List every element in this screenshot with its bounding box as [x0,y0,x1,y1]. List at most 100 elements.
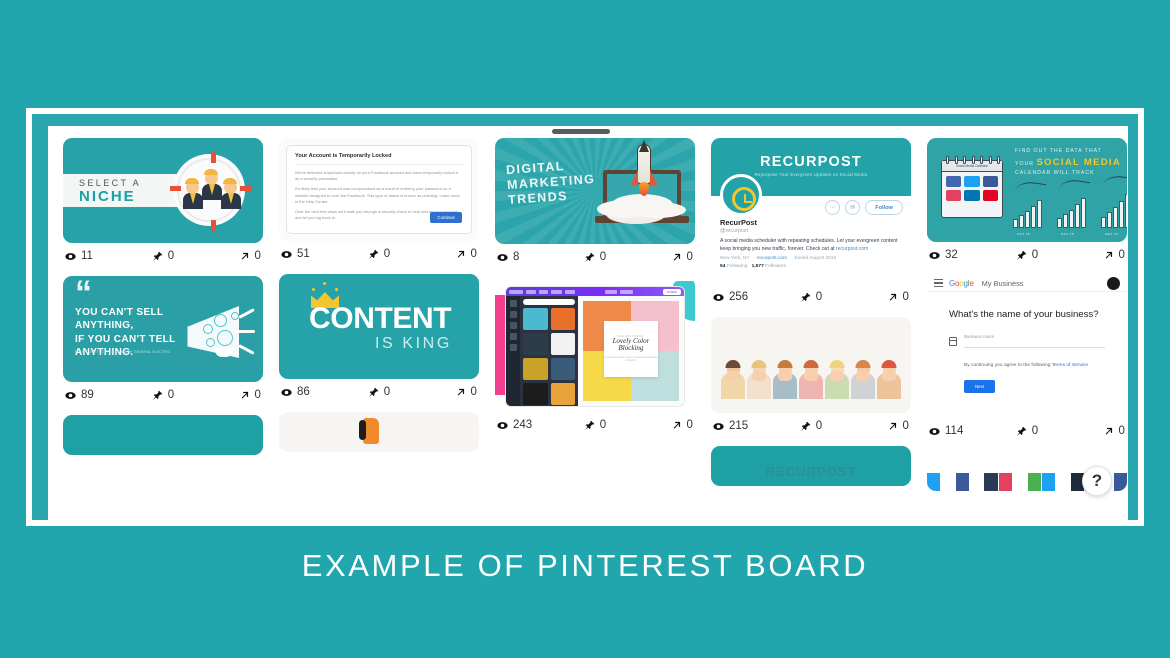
person-illustration [747,360,771,399]
pin-image-social-media-calendar[interactable]: FIND OUT THE DATA THAT YOUR SOCIAL MEDIA… [927,138,1127,242]
profile-handle: @recurpost [720,228,748,234]
publish-button[interactable]: Publish [663,288,681,295]
pin-image-clipped[interactable] [279,412,479,452]
editor-toolbar[interactable]: Publish [506,287,684,296]
pin-image-quote[interactable]: “ YOU CAN'T SELL ANYTHING, IF YOU CAN'T … [63,276,263,382]
clicks-value: 0 [1118,425,1125,437]
chart-label-3: DEC 18 [1105,232,1118,236]
impressions-stat: 51 [281,248,346,260]
template-panel[interactable] [520,296,578,406]
saves-value: 0 [815,291,823,303]
king-line-1: CONTENT [309,302,452,335]
person-illustration [721,360,745,399]
eye-icon [497,252,508,263]
pin-image-twitter-profile[interactable]: RECURPOST Repurpose Your Evergreen Updat… [711,138,911,284]
quote-mark-icon: “ [75,276,92,312]
saves-value: 0 [383,248,391,260]
pin-clipped-teal[interactable] [63,415,263,455]
envelope-icon[interactable]: ✉ [845,200,861,215]
saves-value: 0 [1031,425,1039,437]
business-name-field[interactable]: Business name [948,334,1105,348]
gmb-form: What's the name of your business? Busine… [927,292,1127,394]
profile-website[interactable]: recurpost.com [757,256,787,261]
impressions-value: 8 [513,251,520,263]
pin-content-is-king[interactable]: CONTENT IS KING 86 0 0 [279,274,479,401]
arrow-out-icon [887,421,898,432]
bar-chart-group [1057,198,1086,228]
help-button[interactable]: ? [1082,466,1112,496]
clicks-stat: 0 [196,389,261,401]
pin-digital-marketing-trends[interactable]: DIGITAL MARKETING TRENDS 8 0 0 [495,138,695,266]
pin-shouting-people[interactable]: 215 0 0 [711,317,911,435]
impressions-stat: 114 [929,425,994,437]
pin-google-my-business[interactable]: Google My Business What's the name of yo… [927,275,1127,440]
arrow-out-icon [455,249,466,260]
clicks-value: 0 [470,248,477,260]
search-input[interactable] [523,299,575,305]
megaphone-icon [181,306,255,364]
pin-canva-design[interactable]: Publish THE EDITORIAL Lovely Color Block… [495,277,695,434]
followers-count: 1,577 [751,264,764,270]
bar-chart-group [1013,200,1042,228]
impressions-stat: 86 [281,386,346,398]
saves-stat: 0 [130,389,195,401]
pin-image-shouting-people[interactable] [711,317,911,413]
pin-column: SELECT A NICHE 11 0 0 “ YOU CAN'T SELL A… [63,138,263,466]
pin-account-locked[interactable]: Your Account is Temporarily Locked We've… [279,138,479,263]
business-name-input[interactable] [964,339,1105,348]
pin-image-google-my-business[interactable]: Google My Business What's the name of yo… [927,275,1127,418]
calendar-rings [946,156,1000,164]
calendar-line-2-bold: SOCIAL MEDIA [1036,157,1122,168]
editor-rail[interactable] [506,296,520,406]
pin-quote-sell-tell[interactable]: “ YOU CAN'T SELL ANYTHING, IF YOU CAN'T … [63,276,263,404]
impressions-stat: 32 [929,249,994,261]
profile-meta: New York, NY recurpost.com Joined August… [720,256,902,261]
pin-clipped-orange[interactable] [279,412,479,452]
pin-column: FIND OUT THE DATA THAT YOUR SOCIAL MEDIA… [927,138,1127,502]
pin-recurpost-twitter-profile[interactable]: RECURPOST Repurpose Your Evergreen Updat… [711,138,911,306]
hamburger-icon[interactable] [934,277,943,289]
next-button[interactable]: Next [964,380,996,394]
design-canvas[interactable]: THE EDITORIAL Lovely Color Blocking Lore… [578,296,684,406]
pin-image-clipped-recurpost[interactable]: RECURPOST [711,446,911,486]
pin-image-digital-marketing-trends[interactable]: DIGITAL MARKETING TRENDS [495,138,695,244]
clicks-value: 0 [254,250,261,262]
notice-paragraph-2: It's likely that your account was compro… [295,186,460,204]
person-icon [221,178,241,209]
pin-clipped-recurpost[interactable]: RECURPOST [711,446,911,486]
pin-icon [152,390,163,401]
saves-stat: 0 [778,420,843,432]
pin-image-select-a-niche[interactable]: SELECT A NICHE [63,138,263,243]
template-thumbnails[interactable] [523,308,575,405]
avatar[interactable] [1107,276,1120,290]
follow-button[interactable]: Follow [865,200,903,215]
terms-of-service-link[interactable]: Terms of Service [1052,363,1088,368]
niche-line2: NICHE [79,188,136,205]
terms-prefix: By continuing you agree to the following [964,363,1052,368]
pin-select-a-niche[interactable]: SELECT A NICHE 11 0 0 [63,138,263,265]
pinterest-board-viewport[interactable]: SELECT A NICHE 11 0 0 “ YOU CAN'T SELL A… [48,126,1128,520]
arrow-out-icon [239,251,250,262]
clicks-value: 0 [254,389,261,401]
pin-stats: 89 0 0 [63,382,263,404]
bar-chart-group [1101,194,1127,228]
ellipsis-icon[interactable]: ⋯ [825,200,841,215]
bio-link[interactable]: recurpost.com [836,246,868,252]
pin-social-media-calendar[interactable]: FIND OUT THE DATA THAT YOUR SOCIAL MEDIA… [927,138,1127,264]
quote-line-2: ANYTHING, [75,320,134,332]
pin-image-clipped[interactable] [63,415,263,455]
pin-stats: 256 0 0 [711,284,911,306]
profile-actions[interactable]: ⋯ ✉ Follow [825,200,903,215]
pin-image-content-is-king[interactable]: CONTENT IS KING [279,274,479,379]
scroll-indicator[interactable] [552,129,610,134]
calendar-line-2-pre: YOUR [1015,161,1037,167]
pin-stats: 243 0 0 [495,412,695,434]
pin-image-canva-design[interactable]: Publish THE EDITORIAL Lovely Color Block… [495,277,695,412]
pin-stats: 114 0 0 [927,418,1127,440]
continue-button[interactable]: Continue [430,212,462,223]
saves-value: 0 [599,419,607,431]
pin-column: DIGITAL MARKETING TRENDS 8 0 0 Publish T… [495,138,695,445]
calendar-line-3: CALENDAR WILL TRACK [1015,170,1095,176]
pin-image-account-locked[interactable]: Your Account is Temporarily Locked We've… [279,138,479,241]
impressions-value: 243 [513,419,533,431]
